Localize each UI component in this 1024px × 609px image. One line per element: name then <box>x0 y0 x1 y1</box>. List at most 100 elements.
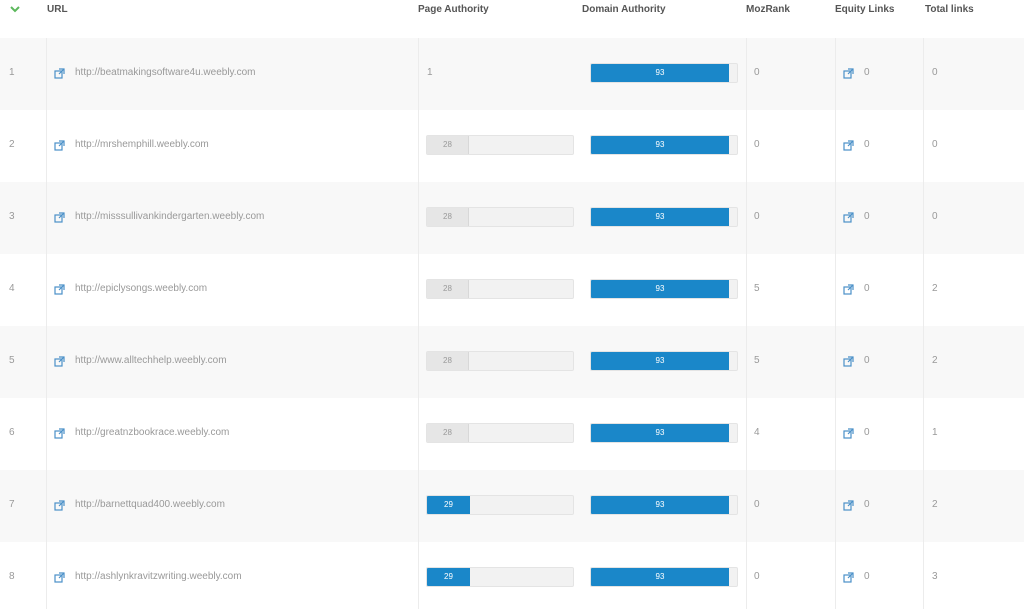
domain-authority-value: 93 <box>591 352 729 370</box>
table-row: 5 http://www.alltechhelp.weebly.com 28 93 5 0… <box>0 326 1024 399</box>
external-link-icon[interactable] <box>843 210 854 223</box>
domain-authority-bar: 93 <box>590 63 738 83</box>
page-authority-value: 28 <box>427 208 469 226</box>
domain-authority-bar: 93 <box>590 207 738 227</box>
page-authority-bar: 29 <box>426 495 574 515</box>
equity-links-value[interactable]: 0 <box>864 283 870 295</box>
page-authority-value: 28 <box>427 280 469 298</box>
total-links-value: 3 <box>932 571 938 582</box>
row-index: 6 <box>9 427 15 438</box>
external-link-icon[interactable] <box>843 138 854 151</box>
results-table: URL Page Authority Domain Authority MozR… <box>0 0 1024 609</box>
external-link-icon[interactable] <box>54 138 65 151</box>
total-links-value: 0 <box>932 211 938 222</box>
page-authority-value: 1 <box>427 67 433 78</box>
column-header-equity-links[interactable]: Equity Links <box>835 4 894 15</box>
total-links-value: 1 <box>932 427 938 438</box>
equity-links-value[interactable]: 0 <box>864 139 870 151</box>
mozrank-value: 0 <box>754 499 760 510</box>
column-header-domain-authority[interactable]: Domain Authority <box>582 4 666 15</box>
domain-authority-value: 93 <box>591 280 729 298</box>
external-link-icon[interactable] <box>843 498 854 511</box>
domain-authority-bar: 93 <box>590 567 738 587</box>
equity-links-value[interactable]: 0 <box>864 211 870 223</box>
row-index: 4 <box>9 283 15 294</box>
column-divider <box>923 38 924 609</box>
page-authority-value: 28 <box>427 352 469 370</box>
mozrank-value: 0 <box>754 67 760 78</box>
external-link-icon[interactable] <box>843 426 854 439</box>
external-link-icon[interactable] <box>54 282 65 295</box>
page-authority-value: 29 <box>427 568 470 586</box>
total-links-value: 0 <box>932 139 938 150</box>
column-header-page-authority[interactable]: Page Authority <box>418 4 489 15</box>
column-divider <box>746 38 747 609</box>
column-header-mozrank[interactable]: MozRank <box>746 4 790 15</box>
url-link[interactable]: http://mrshemphill.weebly.com <box>75 139 209 151</box>
row-index: 1 <box>9 67 15 78</box>
url-link[interactable]: http://www.alltechhelp.weebly.com <box>75 355 227 367</box>
column-divider <box>418 38 419 609</box>
domain-authority-value: 93 <box>591 64 729 82</box>
external-link-icon[interactable] <box>843 282 854 295</box>
table-row: 7 http://barnettquad400.weebly.com 29 93 0 0 2 <box>0 470 1024 543</box>
column-header-total-links[interactable]: Total links <box>925 4 974 15</box>
total-links-value: 2 <box>932 355 938 366</box>
total-links-value: 2 <box>932 283 938 294</box>
column-divider <box>835 38 836 609</box>
external-link-icon[interactable] <box>54 426 65 439</box>
url-link[interactable]: http://ashlynkravitzwriting.weebly.com <box>75 571 242 583</box>
url-link[interactable]: http://misssullivankindergarten.weebly.c… <box>75 211 264 223</box>
external-link-icon[interactable] <box>843 354 854 367</box>
domain-authority-bar: 93 <box>590 279 738 299</box>
page-authority-bar: 28 <box>426 423 574 443</box>
url-link[interactable]: http://epiclysongs.weebly.com <box>75 283 207 295</box>
row-index: 3 <box>9 211 15 222</box>
domain-authority-value: 93 <box>591 208 729 226</box>
column-divider <box>46 38 47 609</box>
equity-links-value[interactable]: 0 <box>864 499 870 511</box>
page-authority-bar: 29 <box>426 567 574 587</box>
table-row: 4 http://epiclysongs.weebly.com 28 93 5 0 2 <box>0 254 1024 327</box>
equity-links-value[interactable]: 0 <box>864 571 870 583</box>
mozrank-value: 0 <box>754 139 760 150</box>
external-link-icon[interactable] <box>54 210 65 223</box>
equity-links-value[interactable]: 0 <box>864 67 870 79</box>
table-row: 8 http://ashlynkravitzwriting.weebly.com 2… <box>0 542 1024 609</box>
page-authority-bar: 28 <box>426 279 574 299</box>
domain-authority-bar: 93 <box>590 495 738 515</box>
domain-authority-bar: 93 <box>590 423 738 443</box>
mozrank-value: 0 <box>754 571 760 582</box>
external-link-icon[interactable] <box>54 498 65 511</box>
url-link[interactable]: http://greatnzbookrace.weebly.com <box>75 427 229 439</box>
external-link-icon[interactable] <box>54 66 65 79</box>
table-header: URL Page Authority Domain Authority MozR… <box>0 0 1024 39</box>
external-link-icon[interactable] <box>843 66 854 79</box>
external-link-icon[interactable] <box>54 354 65 367</box>
table-row: 3 http://misssullivankindergarten.weebly.… <box>0 182 1024 255</box>
page-authority-bar: 28 <box>426 351 574 371</box>
page-authority-value: 28 <box>427 136 469 154</box>
mozrank-value: 4 <box>754 427 760 438</box>
equity-links-value[interactable]: 0 <box>864 427 870 439</box>
url-link[interactable]: http://barnettquad400.weebly.com <box>75 499 225 511</box>
domain-authority-value: 93 <box>591 568 729 586</box>
external-link-icon[interactable] <box>843 570 854 583</box>
row-index: 7 <box>9 499 15 510</box>
total-links-value: 2 <box>932 499 938 510</box>
url-link[interactable]: http://beatmakingsoftware4u.weebly.com <box>75 67 255 79</box>
row-index: 2 <box>9 139 15 150</box>
table-row: 1 http://beatmakingsoftware4u.weebly.com 1… <box>0 38 1024 111</box>
mozrank-value: 5 <box>754 283 760 294</box>
table-row: 6 http://greatnzbookrace.weebly.com 28 93 4 0… <box>0 398 1024 471</box>
chevron-down-icon[interactable] <box>9 4 21 14</box>
external-link-icon[interactable] <box>54 570 65 583</box>
row-index: 8 <box>9 571 15 582</box>
table-row: 2 http://mrshemphill.weebly.com 28 93 0 0 0 <box>0 110 1024 183</box>
equity-links-value[interactable]: 0 <box>864 355 870 367</box>
domain-authority-value: 93 <box>591 424 729 442</box>
page-authority-bar: 28 <box>426 207 574 227</box>
column-header-url[interactable]: URL <box>47 4 68 15</box>
page-authority-bar: 28 <box>426 135 574 155</box>
domain-authority-value: 93 <box>591 496 729 514</box>
